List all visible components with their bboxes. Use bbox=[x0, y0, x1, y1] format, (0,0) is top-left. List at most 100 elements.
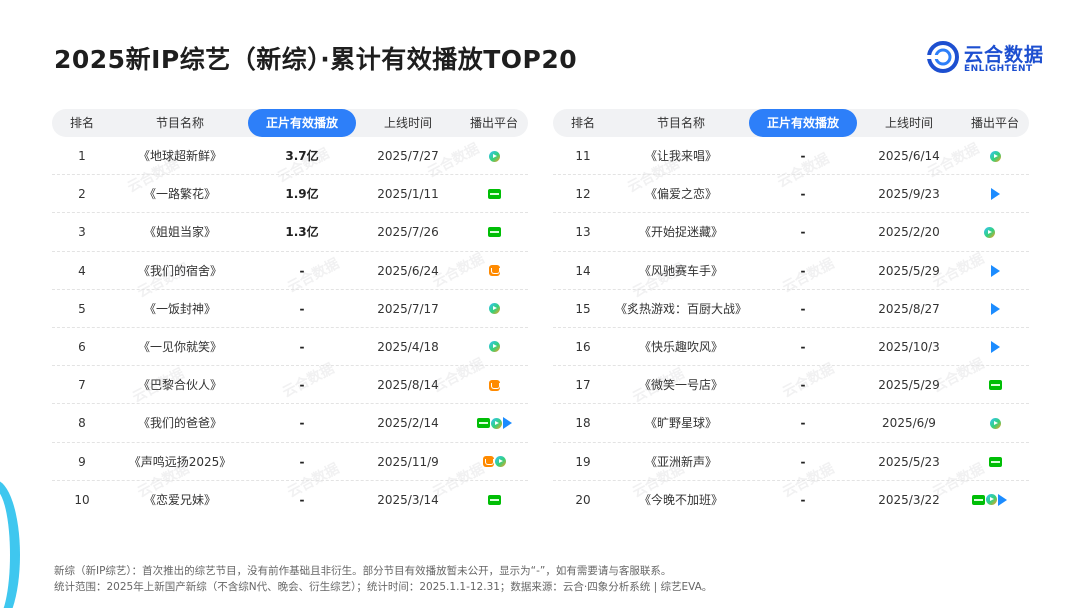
play-count-cell: 3.7亿 bbox=[285, 149, 319, 163]
release-date-cell: 2025/6/9 bbox=[882, 416, 936, 431]
show-name-cell: 《偏爱之恋》 bbox=[644, 187, 717, 202]
tencent-icon bbox=[989, 150, 1001, 162]
iqiyi-icon bbox=[487, 189, 501, 200]
header-name: 节目名称 bbox=[656, 116, 705, 130]
table-row: 5 《一饭封神》 - 2025/7/17 bbox=[52, 290, 528, 328]
show-name-cell: 《让我来唱》 bbox=[644, 149, 717, 163]
platform-cell bbox=[460, 443, 528, 481]
play-count-cell: 1.3亿 bbox=[285, 225, 319, 240]
rank-cell: 16 bbox=[575, 339, 591, 354]
youku-icon bbox=[990, 340, 1000, 353]
logo-text-en: ENLIGHTENT bbox=[964, 64, 1033, 74]
mango-icon bbox=[488, 265, 500, 277]
iqiyi-icon bbox=[988, 380, 1002, 391]
header-date: 上线时间 bbox=[383, 116, 432, 130]
platform-cell bbox=[961, 481, 1029, 519]
brand-logo: 云合数据 ENLIGHTENT bbox=[926, 40, 1056, 76]
release-date-cell: 2025/10/3 bbox=[878, 339, 940, 354]
show-name-cell: 《炙热游戏：百厨大战》 bbox=[614, 301, 747, 316]
play-count-cell: - bbox=[299, 263, 305, 278]
release-date-cell: 2025/7/17 bbox=[377, 301, 439, 316]
platform-cell bbox=[460, 328, 528, 366]
table-row: 12 《偏爱之恋》 - 2025/9/23 bbox=[553, 175, 1029, 214]
platform-cell bbox=[961, 443, 1029, 481]
tencent-icon bbox=[985, 494, 997, 506]
table-row: 1 《地球超新鲜》 3.7亿 2025/7/27 bbox=[52, 137, 528, 176]
logo-icon bbox=[926, 41, 959, 73]
table-row: 11 《让我来唱》 - 2025/6/14 bbox=[553, 137, 1029, 176]
iqiyi-icon bbox=[487, 227, 501, 238]
release-date-cell: 2025/2/14 bbox=[377, 416, 439, 431]
table-row: 3 《姐姐当家》 1.3亿 2025/7/26 bbox=[52, 213, 528, 252]
play-count-cell: - bbox=[800, 301, 806, 316]
bilibili-icon bbox=[996, 227, 1007, 238]
platform-cell bbox=[961, 137, 1029, 175]
table-header: 排名 节目名称 正片有效播放 上线时间 播出平台 bbox=[553, 109, 1029, 137]
play-count-cell: - bbox=[800, 187, 806, 202]
play-count-cell: - bbox=[299, 339, 305, 354]
platform-cell bbox=[961, 213, 1029, 251]
rank-cell: 19 bbox=[575, 454, 591, 469]
youku-icon bbox=[997, 493, 1007, 506]
iqiyi-icon bbox=[988, 456, 1002, 467]
rank-cell: 5 bbox=[78, 301, 86, 316]
release-date-cell: 2025/9/23 bbox=[878, 187, 940, 202]
release-date-cell: 2025/11/9 bbox=[377, 454, 439, 469]
platform-cell bbox=[961, 404, 1029, 442]
mango-icon bbox=[482, 456, 494, 467]
platform-cell bbox=[961, 366, 1029, 404]
show-name-cell: 《一路繁花》 bbox=[143, 187, 216, 202]
play-count-cell: - bbox=[800, 416, 806, 431]
header-platform: 播出平台 bbox=[970, 116, 1019, 130]
platform-cell bbox=[961, 328, 1029, 366]
rank-cell: 6 bbox=[78, 339, 86, 354]
show-name-cell: 《旷野星球》 bbox=[644, 416, 717, 431]
platform-cell bbox=[961, 252, 1029, 290]
rank-cell: 17 bbox=[575, 378, 591, 393]
rank-cell: 13 bbox=[575, 225, 591, 240]
show-name-cell: 《我们的宿舍》 bbox=[137, 263, 222, 278]
header-name: 节目名称 bbox=[155, 116, 204, 130]
show-name-cell: 《一饭封神》 bbox=[143, 301, 216, 316]
show-name-cell: 《恋爱兄妹》 bbox=[143, 492, 216, 507]
release-date-cell: 2025/8/27 bbox=[878, 301, 940, 316]
platform-cell bbox=[460, 252, 528, 290]
release-date-cell: 2025/6/24 bbox=[377, 263, 439, 278]
rank-cell: 9 bbox=[78, 454, 86, 469]
table-row: 16 《快乐趣吹风》 - 2025/10/3 bbox=[553, 328, 1029, 367]
header-platform: 播出平台 bbox=[469, 116, 518, 130]
platform-cell bbox=[460, 481, 528, 519]
platform-cell bbox=[460, 175, 528, 213]
release-date-cell: 2025/1/11 bbox=[377, 187, 439, 202]
play-count-cell: - bbox=[299, 454, 305, 469]
table-row: 13 《开始捉迷藏》 - 2025/2/20 bbox=[553, 213, 1029, 252]
play-count-cell: - bbox=[800, 149, 806, 163]
table-row: 8 《我们的爸爸》 - 2025/2/14 bbox=[52, 404, 528, 443]
mango-icon bbox=[488, 379, 500, 391]
release-date-cell: 2025/5/29 bbox=[878, 263, 940, 278]
release-date-cell: 2025/2/20 bbox=[878, 225, 940, 240]
header-rank: 排名 bbox=[69, 116, 94, 130]
table-row: 15 《炙热游戏：百厨大战》 - 2025/8/27 bbox=[553, 290, 1029, 328]
table-row: 19 《亚洲新声》 - 2025/5/23 bbox=[553, 443, 1029, 481]
table-body: 11 《让我来唱》 - 2025/6/14 12 《偏爱之恋》 - 2025/9/23 13 《开… bbox=[553, 137, 1029, 519]
show-name-cell: 《开始捉迷藏》 bbox=[638, 225, 723, 240]
play-count-cell: - bbox=[299, 416, 305, 431]
release-date-cell: 2025/5/23 bbox=[878, 454, 940, 469]
table-row: 17 《微笑一号店》 - 2025/5/29 bbox=[553, 366, 1029, 405]
platform-cell bbox=[961, 175, 1029, 213]
release-date-cell: 2025/4/18 bbox=[377, 339, 439, 354]
platform-cell bbox=[460, 137, 528, 175]
iqiyi-icon bbox=[487, 494, 501, 505]
rank-cell: 20 bbox=[575, 492, 591, 507]
release-date-cell: 2025/5/29 bbox=[878, 378, 940, 393]
table-row: 18 《旷野星球》 - 2025/6/9 bbox=[553, 404, 1029, 443]
table-body: 1 《地球超新鲜》 3.7亿 2025/7/27 2 《一路繁花》 1.9亿 2025/1/1… bbox=[52, 137, 528, 519]
show-name-cell: 《今晚不加班》 bbox=[638, 492, 723, 507]
show-name-cell: 《巴黎合伙人》 bbox=[137, 378, 222, 393]
rank-cell: 4 bbox=[78, 263, 86, 278]
footnote-source: 统计范围：2025年上新国产新综（不含综N代、晚会、衍生综艺）；统计时间：202… bbox=[54, 581, 713, 593]
play-count-cell: - bbox=[800, 263, 806, 278]
youku-icon bbox=[502, 417, 512, 430]
youku-icon bbox=[990, 302, 1000, 315]
